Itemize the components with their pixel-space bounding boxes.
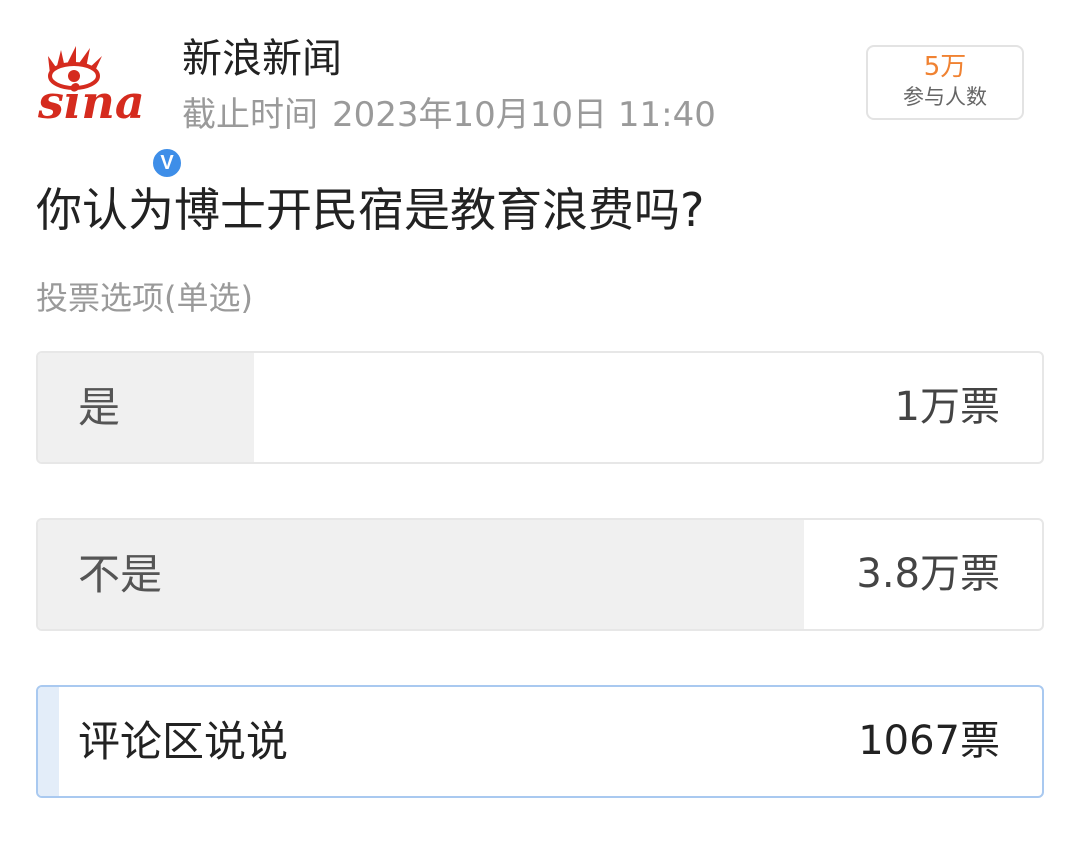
option-votes: 3.8万票 <box>856 551 1000 597</box>
participants-count: 5万 <box>923 52 967 82</box>
poll-option-yes[interactable]: 是 1万票 <box>36 351 1044 464</box>
poll-card: sina V 新浪新闻 截止时间 2023年10月10日 11:40 5万 参与人… <box>0 0 1080 841</box>
option-result-bar <box>38 353 254 462</box>
participants-badge: 5万 参与人数 <box>866 45 1024 120</box>
deadline-info: 截止时间 2023年10月10日 11:40 <box>182 92 716 138</box>
sina-wordmark: sina <box>37 75 145 129</box>
poll-option-comment[interactable]: 评论区说说 1067票 <box>36 685 1044 798</box>
verified-badge-icon: V <box>150 146 184 180</box>
option-label: 不是 <box>78 550 163 599</box>
deadline-datetime: 2023年10月10日 11:40 <box>332 95 716 135</box>
option-label: 评论区说说 <box>78 717 289 766</box>
publisher-name[interactable]: 新浪新闻 <box>182 34 342 84</box>
sina-eye-icon: sina <box>37 46 145 129</box>
option-votes: 1067票 <box>858 718 1000 764</box>
poll-option-no[interactable]: 不是 3.8万票 <box>36 518 1044 631</box>
option-result-bar <box>38 687 60 796</box>
option-label: 是 <box>78 383 121 432</box>
poll-question: 你认为博士开民宿是教育浪费吗? <box>36 183 705 237</box>
participants-label: 参与人数 <box>903 85 987 109</box>
vote-type-label: 投票选项(单选) <box>36 279 253 317</box>
option-votes: 1万票 <box>894 384 1000 430</box>
sina-logo[interactable]: sina V <box>36 40 184 180</box>
deadline-label: 截止时间 <box>182 95 318 135</box>
